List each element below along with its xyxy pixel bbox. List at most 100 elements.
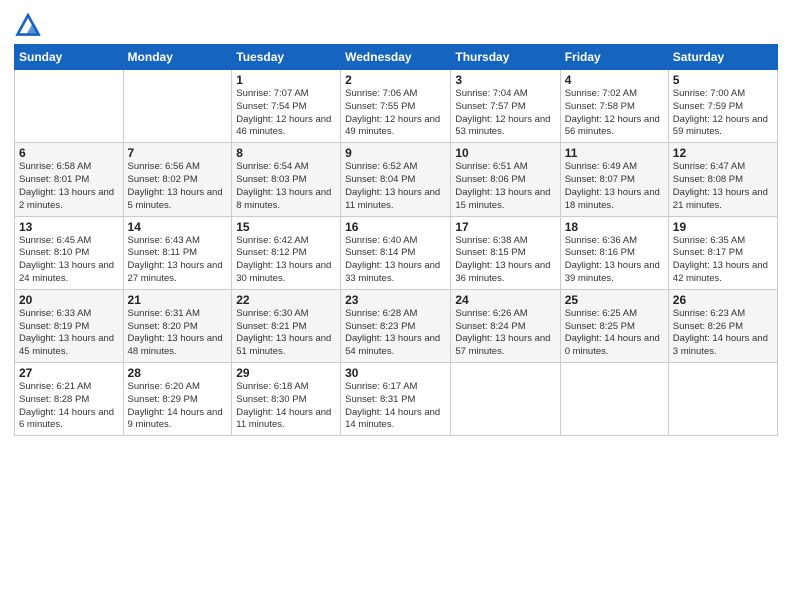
calendar-cell: 25Sunrise: 6:25 AM Sunset: 8:25 PM Dayli… [560,289,668,362]
day-info: Sunrise: 6:47 AM Sunset: 8:08 PM Dayligh… [673,161,773,212]
day-number: 8 [236,146,336,160]
day-info: Sunrise: 7:04 AM Sunset: 7:57 PM Dayligh… [455,88,555,139]
calendar-cell: 10Sunrise: 6:51 AM Sunset: 8:06 PM Dayli… [451,143,560,216]
day-number: 5 [673,73,773,87]
weekday-header-wednesday: Wednesday [341,45,451,70]
day-number: 18 [565,220,664,234]
day-info: Sunrise: 6:45 AM Sunset: 8:10 PM Dayligh… [19,235,119,286]
calendar-cell: 30Sunrise: 6:17 AM Sunset: 8:31 PM Dayli… [341,363,451,436]
calendar-cell: 21Sunrise: 6:31 AM Sunset: 8:20 PM Dayli… [123,289,232,362]
day-info: Sunrise: 6:33 AM Sunset: 8:19 PM Dayligh… [19,308,119,359]
day-number: 17 [455,220,555,234]
weekday-header-thursday: Thursday [451,45,560,70]
day-info: Sunrise: 7:02 AM Sunset: 7:58 PM Dayligh… [565,88,664,139]
day-number: 29 [236,366,336,380]
calendar-week-row: 13Sunrise: 6:45 AM Sunset: 8:10 PM Dayli… [15,216,778,289]
day-number: 1 [236,73,336,87]
day-info: Sunrise: 6:23 AM Sunset: 8:26 PM Dayligh… [673,308,773,359]
day-number: 4 [565,73,664,87]
day-number: 10 [455,146,555,160]
calendar-cell [15,70,124,143]
calendar-table: SundayMondayTuesdayWednesdayThursdayFrid… [14,44,778,436]
day-number: 12 [673,146,773,160]
day-number: 30 [345,366,446,380]
day-info: Sunrise: 6:56 AM Sunset: 8:02 PM Dayligh… [128,161,228,212]
weekday-header-friday: Friday [560,45,668,70]
calendar-cell: 18Sunrise: 6:36 AM Sunset: 8:16 PM Dayli… [560,216,668,289]
day-number: 27 [19,366,119,380]
calendar-week-row: 27Sunrise: 6:21 AM Sunset: 8:28 PM Dayli… [15,363,778,436]
calendar-cell: 8Sunrise: 6:54 AM Sunset: 8:03 PM Daylig… [232,143,341,216]
day-info: Sunrise: 6:20 AM Sunset: 8:29 PM Dayligh… [128,381,228,432]
day-number: 28 [128,366,228,380]
calendar-cell: 20Sunrise: 6:33 AM Sunset: 8:19 PM Dayli… [15,289,124,362]
calendar-cell: 28Sunrise: 6:20 AM Sunset: 8:29 PM Dayli… [123,363,232,436]
calendar-cell: 9Sunrise: 6:52 AM Sunset: 8:04 PM Daylig… [341,143,451,216]
day-info: Sunrise: 6:31 AM Sunset: 8:20 PM Dayligh… [128,308,228,359]
calendar-cell: 7Sunrise: 6:56 AM Sunset: 8:02 PM Daylig… [123,143,232,216]
calendar-cell [451,363,560,436]
calendar-cell [668,363,777,436]
calendar-cell [560,363,668,436]
day-number: 3 [455,73,555,87]
calendar-cell: 26Sunrise: 6:23 AM Sunset: 8:26 PM Dayli… [668,289,777,362]
page: SundayMondayTuesdayWednesdayThursdayFrid… [0,0,792,612]
day-number: 23 [345,293,446,307]
logo [14,10,44,38]
calendar-cell: 1Sunrise: 7:07 AM Sunset: 7:54 PM Daylig… [232,70,341,143]
day-info: Sunrise: 6:49 AM Sunset: 8:07 PM Dayligh… [565,161,664,212]
day-info: Sunrise: 6:26 AM Sunset: 8:24 PM Dayligh… [455,308,555,359]
logo-icon [14,10,42,38]
calendar-cell: 22Sunrise: 6:30 AM Sunset: 8:21 PM Dayli… [232,289,341,362]
day-number: 20 [19,293,119,307]
calendar-cell: 13Sunrise: 6:45 AM Sunset: 8:10 PM Dayli… [15,216,124,289]
day-info: Sunrise: 6:38 AM Sunset: 8:15 PM Dayligh… [455,235,555,286]
calendar-cell: 3Sunrise: 7:04 AM Sunset: 7:57 PM Daylig… [451,70,560,143]
day-info: Sunrise: 6:25 AM Sunset: 8:25 PM Dayligh… [565,308,664,359]
day-info: Sunrise: 6:17 AM Sunset: 8:31 PM Dayligh… [345,381,446,432]
calendar-cell: 12Sunrise: 6:47 AM Sunset: 8:08 PM Dayli… [668,143,777,216]
calendar-cell: 14Sunrise: 6:43 AM Sunset: 8:11 PM Dayli… [123,216,232,289]
day-info: Sunrise: 6:21 AM Sunset: 8:28 PM Dayligh… [19,381,119,432]
calendar-cell: 16Sunrise: 6:40 AM Sunset: 8:14 PM Dayli… [341,216,451,289]
day-info: Sunrise: 7:00 AM Sunset: 7:59 PM Dayligh… [673,88,773,139]
day-info: Sunrise: 7:07 AM Sunset: 7:54 PM Dayligh… [236,88,336,139]
calendar-cell: 27Sunrise: 6:21 AM Sunset: 8:28 PM Dayli… [15,363,124,436]
day-info: Sunrise: 6:51 AM Sunset: 8:06 PM Dayligh… [455,161,555,212]
day-number: 7 [128,146,228,160]
day-info: Sunrise: 6:54 AM Sunset: 8:03 PM Dayligh… [236,161,336,212]
day-number: 6 [19,146,119,160]
day-info: Sunrise: 6:42 AM Sunset: 8:12 PM Dayligh… [236,235,336,286]
day-number: 13 [19,220,119,234]
day-info: Sunrise: 7:06 AM Sunset: 7:55 PM Dayligh… [345,88,446,139]
day-info: Sunrise: 6:18 AM Sunset: 8:30 PM Dayligh… [236,381,336,432]
header [14,10,778,38]
calendar-cell: 5Sunrise: 7:00 AM Sunset: 7:59 PM Daylig… [668,70,777,143]
calendar-cell: 15Sunrise: 6:42 AM Sunset: 8:12 PM Dayli… [232,216,341,289]
day-info: Sunrise: 6:52 AM Sunset: 8:04 PM Dayligh… [345,161,446,212]
calendar-cell: 23Sunrise: 6:28 AM Sunset: 8:23 PM Dayli… [341,289,451,362]
day-number: 25 [565,293,664,307]
calendar-cell: 19Sunrise: 6:35 AM Sunset: 8:17 PM Dayli… [668,216,777,289]
weekday-header-row: SundayMondayTuesdayWednesdayThursdayFrid… [15,45,778,70]
weekday-header-tuesday: Tuesday [232,45,341,70]
calendar-week-row: 6Sunrise: 6:58 AM Sunset: 8:01 PM Daylig… [15,143,778,216]
calendar-cell: 17Sunrise: 6:38 AM Sunset: 8:15 PM Dayli… [451,216,560,289]
calendar-cell: 6Sunrise: 6:58 AM Sunset: 8:01 PM Daylig… [15,143,124,216]
weekday-header-monday: Monday [123,45,232,70]
day-number: 24 [455,293,555,307]
weekday-header-saturday: Saturday [668,45,777,70]
day-info: Sunrise: 6:36 AM Sunset: 8:16 PM Dayligh… [565,235,664,286]
weekday-header-sunday: Sunday [15,45,124,70]
day-number: 22 [236,293,336,307]
day-number: 21 [128,293,228,307]
day-number: 26 [673,293,773,307]
day-number: 11 [565,146,664,160]
day-number: 9 [345,146,446,160]
day-info: Sunrise: 6:58 AM Sunset: 8:01 PM Dayligh… [19,161,119,212]
calendar-cell: 4Sunrise: 7:02 AM Sunset: 7:58 PM Daylig… [560,70,668,143]
calendar-cell: 29Sunrise: 6:18 AM Sunset: 8:30 PM Dayli… [232,363,341,436]
calendar-cell: 24Sunrise: 6:26 AM Sunset: 8:24 PM Dayli… [451,289,560,362]
calendar-cell: 2Sunrise: 7:06 AM Sunset: 7:55 PM Daylig… [341,70,451,143]
day-number: 2 [345,73,446,87]
